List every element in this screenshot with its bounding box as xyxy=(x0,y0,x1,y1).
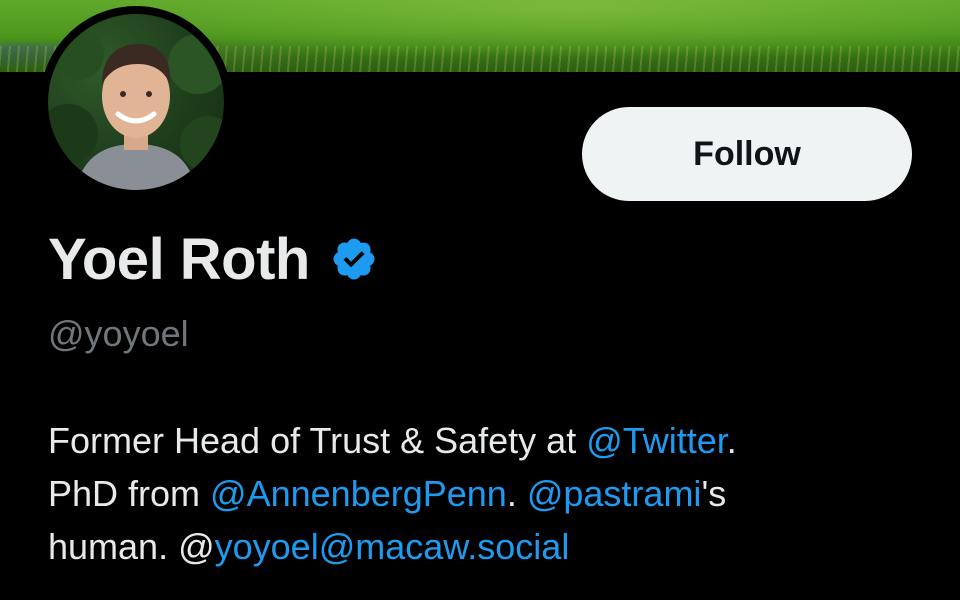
bio-text: . xyxy=(506,473,527,514)
bio-text: 's xyxy=(701,473,727,514)
profile-name-row: Yoel Roth xyxy=(48,224,378,294)
bio-line-1: Former Head of Trust & Safety at @Twitte… xyxy=(48,414,928,467)
profile-bio: Former Head of Trust & Safety at @Twitte… xyxy=(48,414,928,573)
mention-link-twitter[interactable]: @Twitter xyxy=(586,420,727,461)
profile-handle: @yoyoel xyxy=(48,313,189,354)
mention-link-macaw[interactable]: yoyoel@macaw.social xyxy=(215,526,570,567)
bio-text: PhD from xyxy=(48,473,211,514)
bio-text: human. @ xyxy=(48,526,215,567)
bio-text: . xyxy=(726,420,737,461)
verified-badge-icon[interactable] xyxy=(330,235,378,283)
bio-line-3: human. @yoyoel@macaw.social xyxy=(48,520,928,573)
avatar-photo xyxy=(48,14,224,190)
display-name: Yoel Roth xyxy=(48,226,310,292)
avatar[interactable] xyxy=(40,6,232,198)
mention-link-pastrami[interactable]: @pastrami xyxy=(527,473,702,514)
avatar-portrait-icon xyxy=(48,28,224,190)
follow-button[interactable]: Follow xyxy=(582,107,912,201)
bio-line-2: PhD from @AnnenbergPenn. @pastrami's xyxy=(48,467,928,520)
mention-link-annenbergpenn[interactable]: @AnnenbergPenn xyxy=(210,473,507,514)
bio-text: Former Head of Trust & Safety at xyxy=(48,420,587,461)
